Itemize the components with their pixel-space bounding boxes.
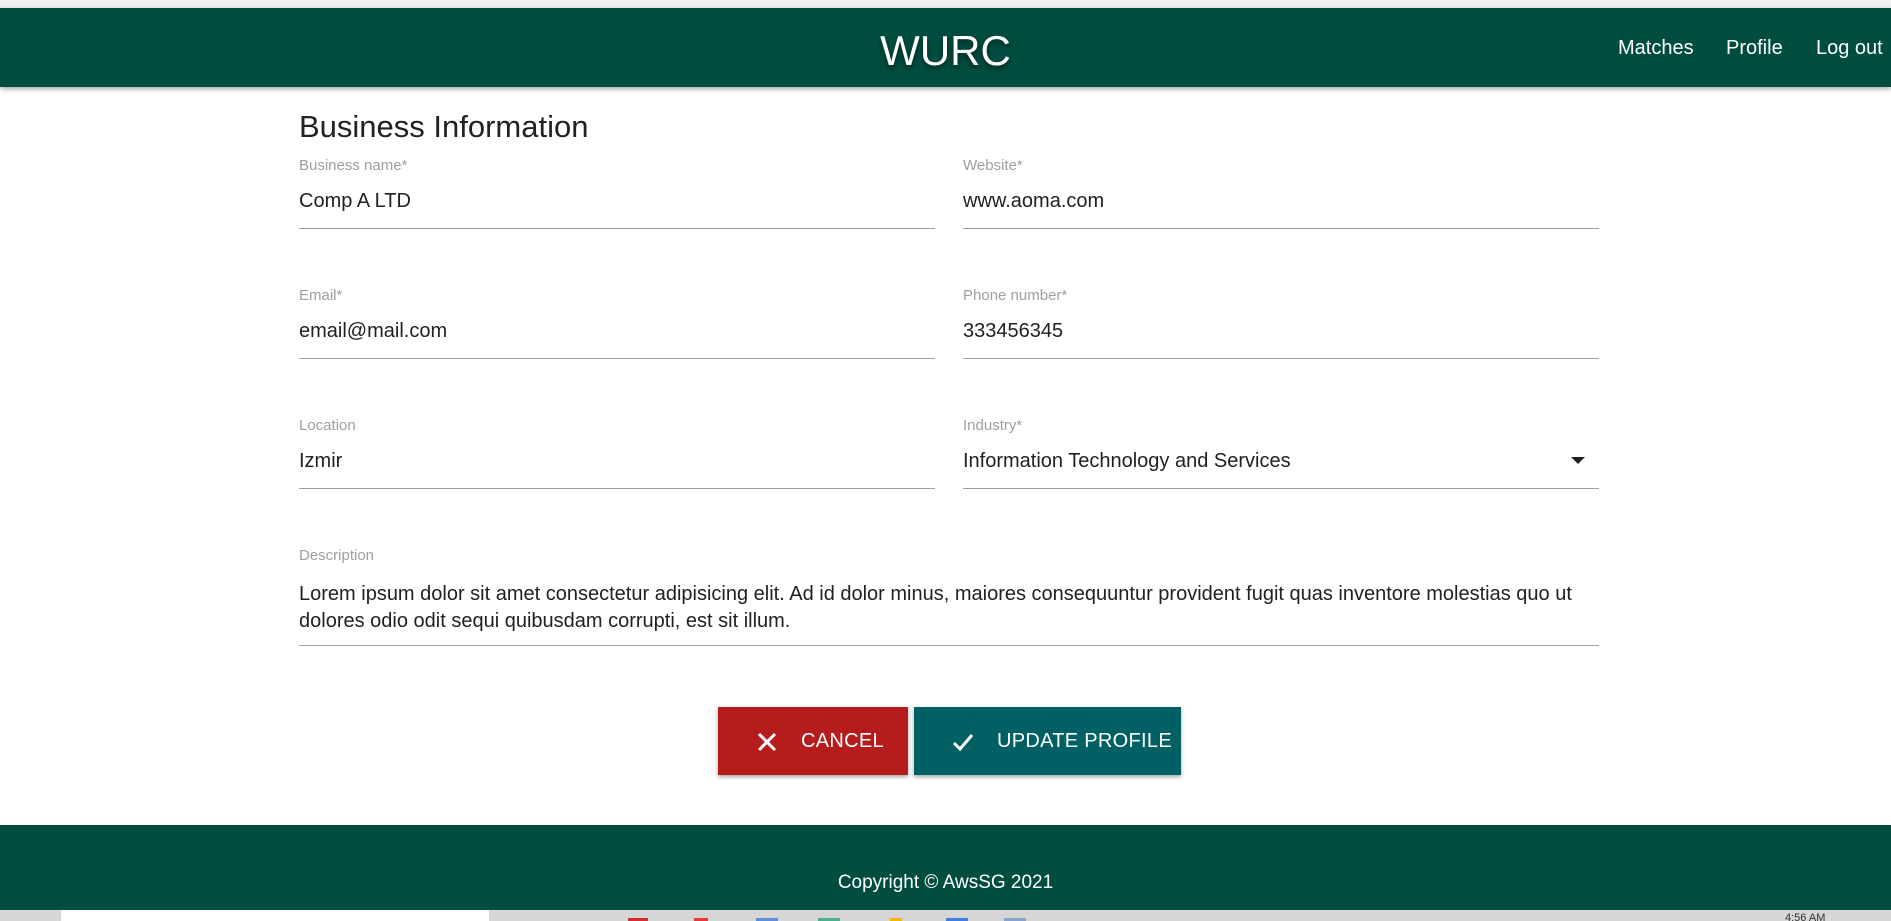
description-field[interactable]: Description Lorem ipsum dolor sit amet c… <box>299 548 1599 646</box>
update-profile-button-label: UPDATE PROFILE <box>997 730 1172 752</box>
footer-copyright: Copyright © AwsSG 2021 <box>837 872 1054 893</box>
website-field[interactable]: Website* www.aoma.com <box>963 158 1599 229</box>
browser-top-strip <box>0 0 1891 8</box>
nav-matches-link[interactable]: Matches <box>1618 38 1694 58</box>
phone-number-field[interactable]: Phone number* 333456345 <box>963 288 1599 359</box>
close-icon <box>757 732 777 752</box>
page-title: Business Information <box>299 109 589 144</box>
cancel-button-label: CANCEL <box>801 730 884 752</box>
location-value[interactable]: Izmir <box>299 451 342 471</box>
industry-select[interactable]: Industry* Information Technology and Ser… <box>963 418 1599 489</box>
website-label: Website* <box>963 157 1023 174</box>
description-label: Description <box>299 547 375 564</box>
email-value[interactable]: email@mail.com <box>299 321 447 341</box>
phone-number-value[interactable]: 333456345 <box>963 321 1063 341</box>
dropdown-arrow-icon[interactable] <box>1571 457 1585 464</box>
taskbar-clock[interactable]: 4:56 AM <box>1785 913 1825 921</box>
brand-logo[interactable]: WURC <box>0 30 1891 72</box>
email-field[interactable]: Email* email@mail.com <box>299 288 935 359</box>
phone-number-label: Phone number* <box>963 287 1068 304</box>
description-value[interactable]: Lorem ipsum dolor sit amet consectetur a… <box>299 581 1599 635</box>
business-name-value[interactable]: Comp A LTD <box>299 191 411 211</box>
business-name-field[interactable]: Business name* Comp A LTD <box>299 158 935 229</box>
footer: Copyright © AwsSG 2021 <box>0 825 1891 910</box>
nav-profile-link[interactable]: Profile <box>1726 38 1783 58</box>
cancel-button[interactable]: CANCEL <box>718 707 908 775</box>
website-value[interactable]: www.aoma.com <box>963 191 1104 211</box>
email-label: Email* <box>299 287 343 304</box>
location-field[interactable]: Location Izmir <box>299 418 935 489</box>
update-profile-button[interactable]: UPDATE PROFILE <box>914 707 1181 775</box>
check-icon <box>952 734 974 752</box>
nav-logout-link[interactable]: Log out <box>1816 38 1883 58</box>
os-taskbar: 4:56 AM <box>0 910 1891 921</box>
industry-selected-value[interactable]: Information Technology and Services <box>963 451 1291 471</box>
navbar: WURC Matches Profile Log out <box>0 8 1891 87</box>
industry-label: Industry* <box>963 417 1023 434</box>
taskbar-search-box[interactable] <box>61 910 489 921</box>
location-label: Location <box>299 417 356 434</box>
business-name-label: Business name* <box>299 157 408 174</box>
